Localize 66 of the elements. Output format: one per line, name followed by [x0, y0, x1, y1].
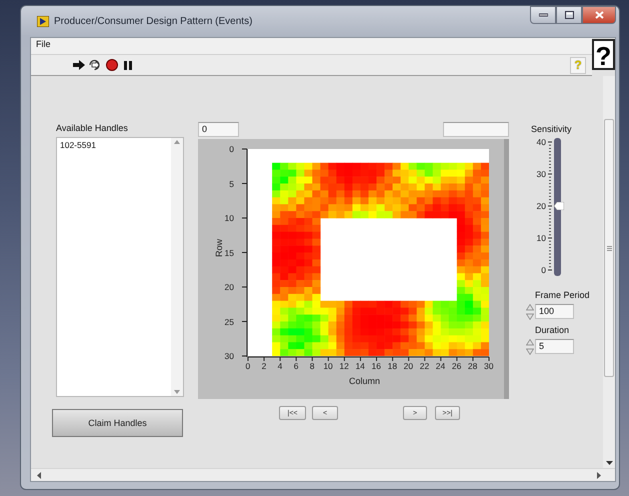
scroll-thumb[interactable] — [604, 119, 614, 377]
stop-icon — [106, 59, 118, 71]
frame-period-field[interactable]: 100 — [535, 304, 574, 319]
axis-tick-label: 2 — [262, 361, 266, 371]
axis-tick-label: 30 — [484, 361, 494, 371]
frame-index-field[interactable]: 0 — [198, 122, 239, 137]
scale-label: 10 — [536, 233, 546, 243]
axis-tick-label: 24 — [436, 361, 446, 371]
scale-label: 20 — [536, 201, 546, 211]
axis-tick-label: 10 — [224, 213, 234, 223]
axis-tick-label: 15 — [224, 248, 234, 258]
close-button[interactable] — [582, 6, 616, 24]
axis-tick-label: 22 — [420, 361, 430, 371]
app-icon — [37, 16, 49, 27]
axis-tick-label: 0 — [246, 361, 250, 371]
maximize-icon — [564, 11, 574, 19]
scroll-right-icon[interactable] — [597, 472, 601, 478]
axis-tick-label: 18 — [388, 361, 398, 371]
axis-tick-label: 26 — [452, 361, 462, 371]
scroll-left-icon[interactable] — [37, 472, 41, 478]
pause-icon — [124, 60, 132, 70]
abort-button[interactable] — [104, 57, 119, 73]
claim-handles-button[interactable]: Claim Handles — [52, 409, 183, 437]
run-button[interactable] — [71, 57, 86, 73]
duration-field[interactable]: 5 — [535, 339, 574, 354]
scale-label: 30 — [536, 169, 546, 179]
run-continuously-button[interactable] — [87, 57, 102, 73]
axis-tick-label: 14 — [355, 361, 365, 371]
scroll-up-icon[interactable] — [174, 140, 180, 144]
handles-listbox[interactable]: 102-5591 — [56, 137, 184, 397]
scale-label: 0 — [540, 265, 546, 275]
context-help-button[interactable]: ? — [592, 39, 615, 70]
list-label: Available Handles — [56, 123, 128, 133]
maximize-button[interactable] — [556, 6, 582, 24]
loop-arrow-icon — [88, 59, 101, 71]
slider-track[interactable] — [554, 138, 561, 276]
axis-title: Column — [349, 376, 380, 386]
scroll-down-icon[interactable] — [606, 461, 612, 465]
axis-tick-label: 6 — [294, 361, 298, 371]
window-title: Producer/Consumer Design Pattern (Events) — [54, 16, 254, 27]
axis-tick-label: 28 — [468, 361, 478, 371]
slider-label: Sensitivity — [531, 124, 572, 134]
axis-tick-label: 8 — [310, 361, 314, 371]
arrow-icon — [72, 60, 84, 70]
axis-tick-label: 30 — [224, 351, 234, 361]
axis-tick-label: 5 — [229, 178, 234, 188]
axis-tick-label: 20 — [404, 361, 414, 371]
slider-thumb[interactable] — [554, 202, 564, 210]
axis-tick-label: 16 — [372, 361, 381, 371]
axis-tick-label: 12 — [339, 361, 349, 371]
minimize-button[interactable] — [530, 6, 556, 24]
close-icon — [594, 11, 604, 19]
axis-tick-label: 25 — [224, 316, 234, 326]
grip-icon — [606, 246, 612, 250]
scale-label: 40 — [536, 137, 546, 147]
field-label: Duration — [535, 325, 570, 335]
text-field[interactable] — [443, 122, 509, 137]
menu-item[interactable]: File — [36, 39, 51, 53]
axis-tick-label: 4 — [278, 361, 282, 371]
axis-title: Row — [214, 239, 224, 257]
minimize-icon — [538, 13, 548, 17]
list-item[interactable]: 102-5591 — [60, 140, 168, 150]
axis-tick-label: 20 — [224, 282, 234, 292]
field-label: Frame Period — [535, 290, 590, 300]
axis-tick-label: 10 — [323, 361, 333, 371]
axis-tick-label: 0 — [229, 144, 234, 154]
